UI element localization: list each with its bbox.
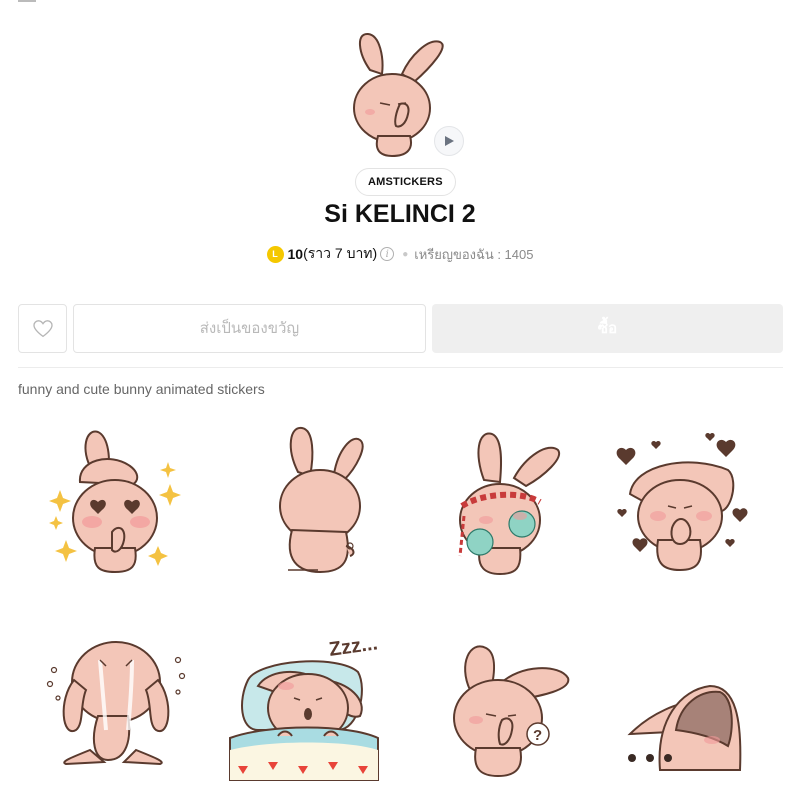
sticker-sleeping-zzz[interactable]: Zzz... xyxy=(228,620,379,781)
sticker-crying-ears-down[interactable] xyxy=(40,620,190,780)
sticker-back-view[interactable] xyxy=(248,420,398,580)
sticker-shush-question[interactable]: ? xyxy=(440,620,590,780)
sticker-cheerleader-headband[interactable] xyxy=(440,420,590,580)
sticker-peeking-dots[interactable] xyxy=(620,620,770,780)
price-amount: 10 xyxy=(287,246,304,262)
price-approx: (ราว 7 บาท) xyxy=(303,245,378,261)
question-mark-text: ? xyxy=(533,727,542,744)
top-edge-control xyxy=(18,0,36,2)
gift-button[interactable]: ส่งเป็นของขวัญ xyxy=(73,304,426,353)
line-coin-icon: L xyxy=(266,245,284,263)
zzz-text: Zzz... xyxy=(328,632,379,661)
my-coins-balance: เหรียญของฉัน : 1405 xyxy=(414,246,534,262)
sticker-hearts-hands-clasped[interactable] xyxy=(610,420,760,580)
buy-button[interactable]: ซื้อ xyxy=(432,304,783,353)
sticker-description: funny and cute bunny animated stickers xyxy=(18,381,265,397)
author-link[interactable]: AMSTICKERS xyxy=(355,168,456,196)
play-animation-button[interactable] xyxy=(434,126,464,156)
play-icon xyxy=(445,136,454,146)
sticker-heart-eyes-sparkle[interactable] xyxy=(40,420,190,580)
page-title: Si KELINCI 2 xyxy=(324,200,476,228)
separator-dot: ● xyxy=(402,248,409,260)
divider xyxy=(18,367,783,368)
heart-icon xyxy=(32,319,53,337)
info-icon[interactable]: i xyxy=(380,247,395,261)
like-button[interactable] xyxy=(18,304,67,353)
price-row: L 10 (ราว 7 บาท) i ● เหรียญของฉัน : 1405 xyxy=(0,243,800,265)
